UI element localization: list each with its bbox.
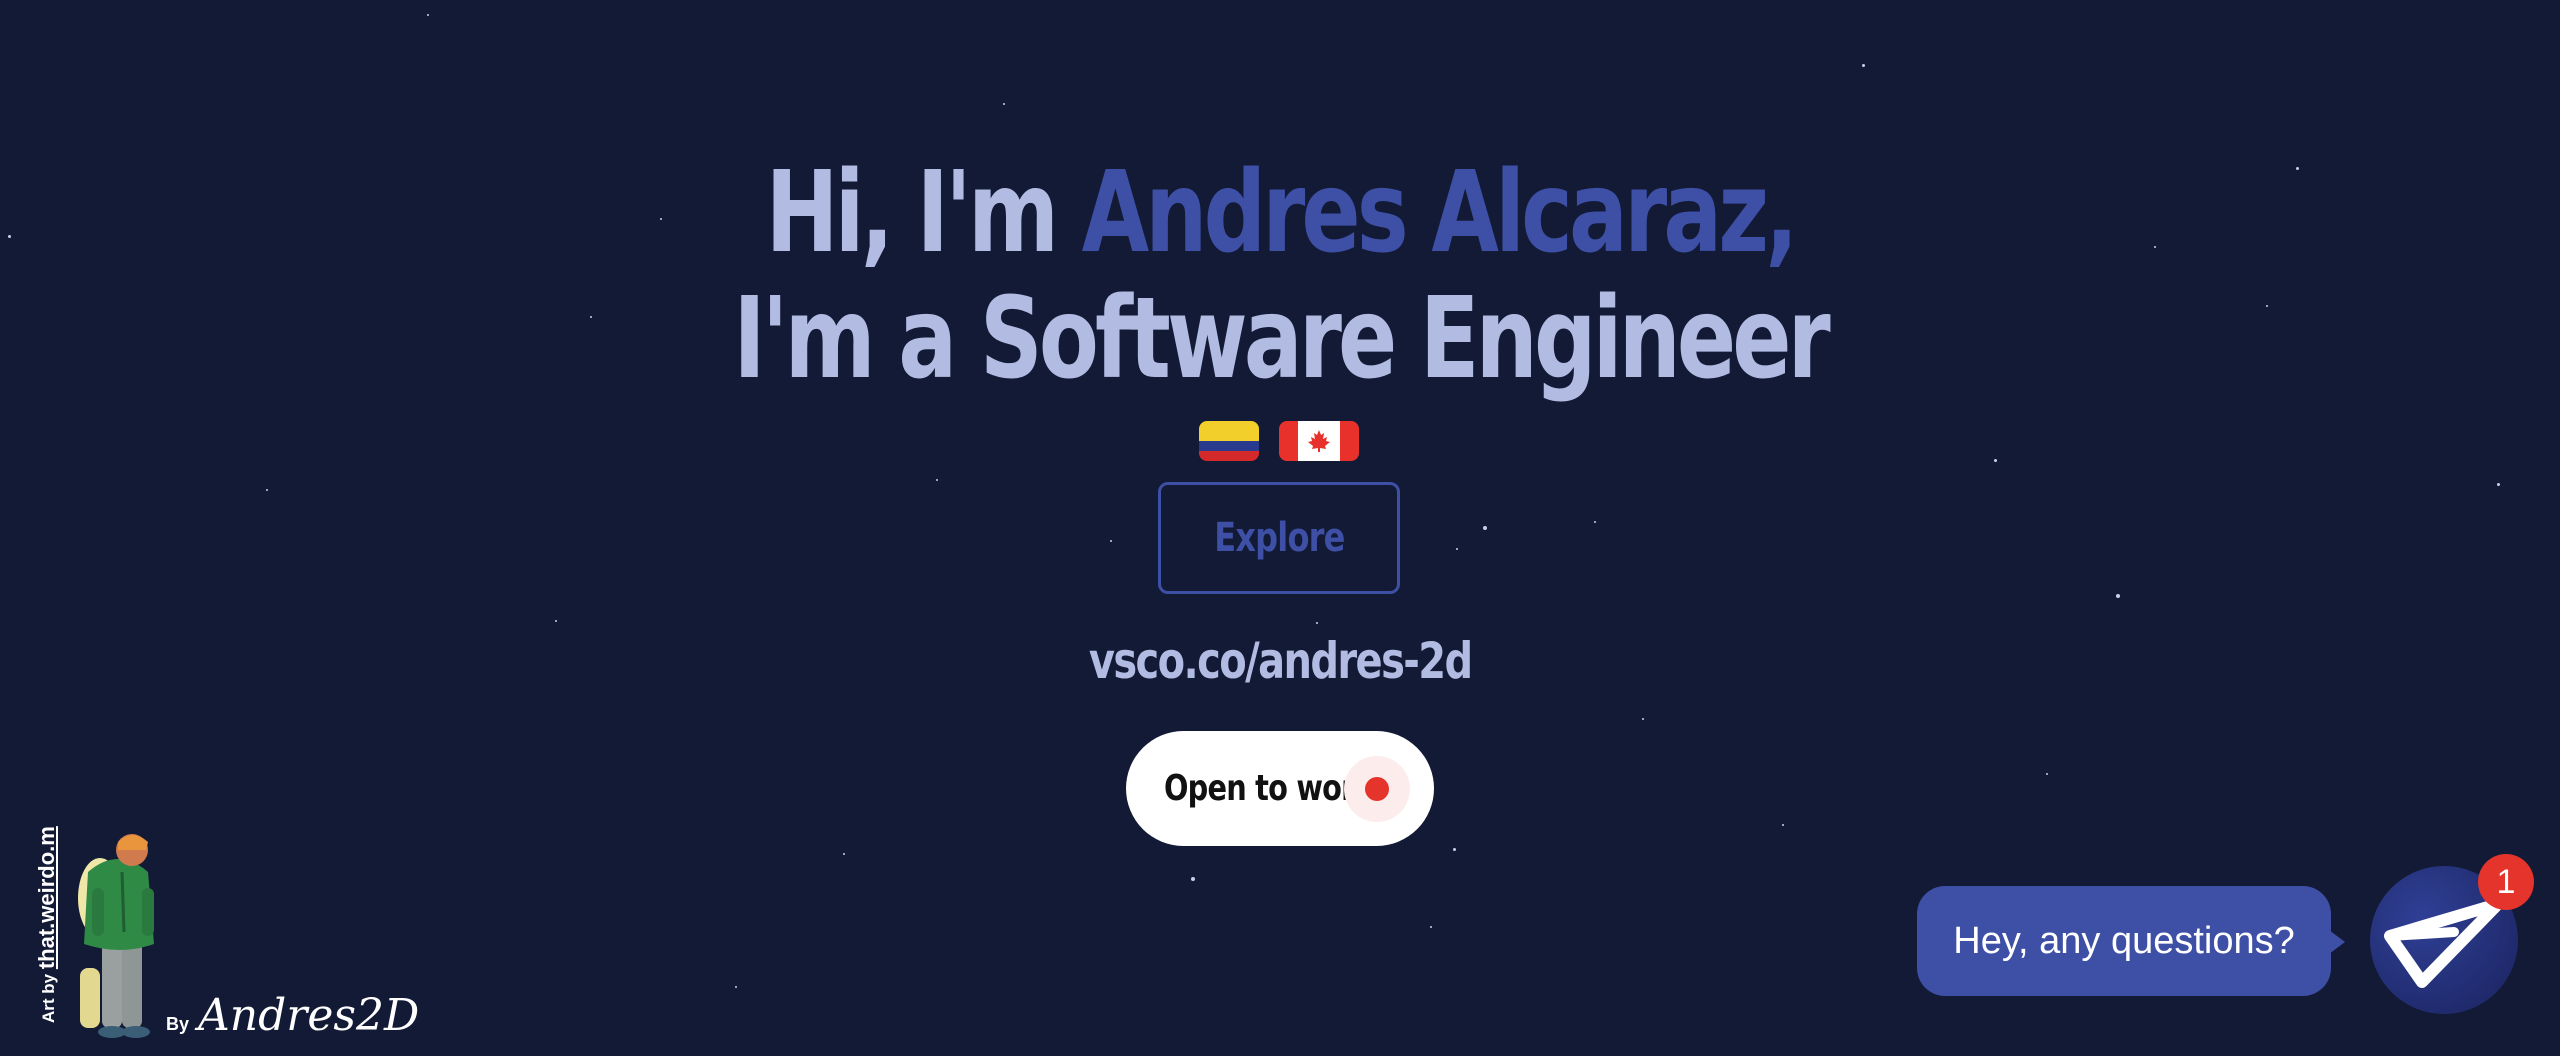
by-prefix: By bbox=[166, 1014, 195, 1034]
open-to-work-label: Open to work bbox=[1164, 768, 1374, 809]
chat-prompt-text: Hey, any questions? bbox=[1953, 919, 2295, 962]
art-by-handle[interactable]: that.weirdo.m bbox=[34, 826, 59, 969]
signature: Andres2D bbox=[198, 990, 420, 1041]
character-illustration bbox=[78, 834, 154, 1038]
explore-button[interactable]: Explore bbox=[1158, 482, 1400, 594]
flag-row bbox=[1199, 421, 1359, 461]
status-indicator bbox=[1344, 756, 1410, 822]
vsco-link-text: vsco.co/andres-2d bbox=[1088, 632, 1473, 690]
hero: Hi, I'm Andres Alcaraz, I'm a Software E… bbox=[0, 150, 2560, 402]
art-by-credit: Art by that.weirdo.m bbox=[34, 826, 60, 1023]
hero-headline: Hi, I'm Andres Alcaraz, I'm a Software E… bbox=[282, 150, 2279, 402]
colombia-flag-icon bbox=[1199, 421, 1259, 461]
status-dot-icon bbox=[1365, 777, 1389, 801]
page: Hi, I'm Andres Alcaraz, I'm a Software E… bbox=[0, 0, 2560, 1056]
art-credit: Art by that.weirdo.m By Andres2D bbox=[20, 826, 419, 1056]
vsco-link[interactable]: vsco.co/andres-2d bbox=[0, 632, 2560, 690]
role-line: I'm a Software Engineer bbox=[733, 274, 1830, 404]
chat-prompt-bubble[interactable]: Hey, any questions? bbox=[1917, 886, 2345, 996]
hero-name: Andres Alcaraz, bbox=[1081, 148, 1799, 278]
greeting-prefix: Hi, I'm bbox=[765, 148, 1082, 278]
notification-count: 1 bbox=[2496, 862, 2516, 901]
author-signature: By Andres2D bbox=[166, 990, 419, 1041]
explore-button-label: Explore bbox=[1213, 515, 1345, 561]
notification-badge: 1 bbox=[2478, 854, 2534, 910]
art-by-prefix: Art by bbox=[39, 969, 58, 1023]
canada-flag-icon bbox=[1279, 421, 1359, 461]
